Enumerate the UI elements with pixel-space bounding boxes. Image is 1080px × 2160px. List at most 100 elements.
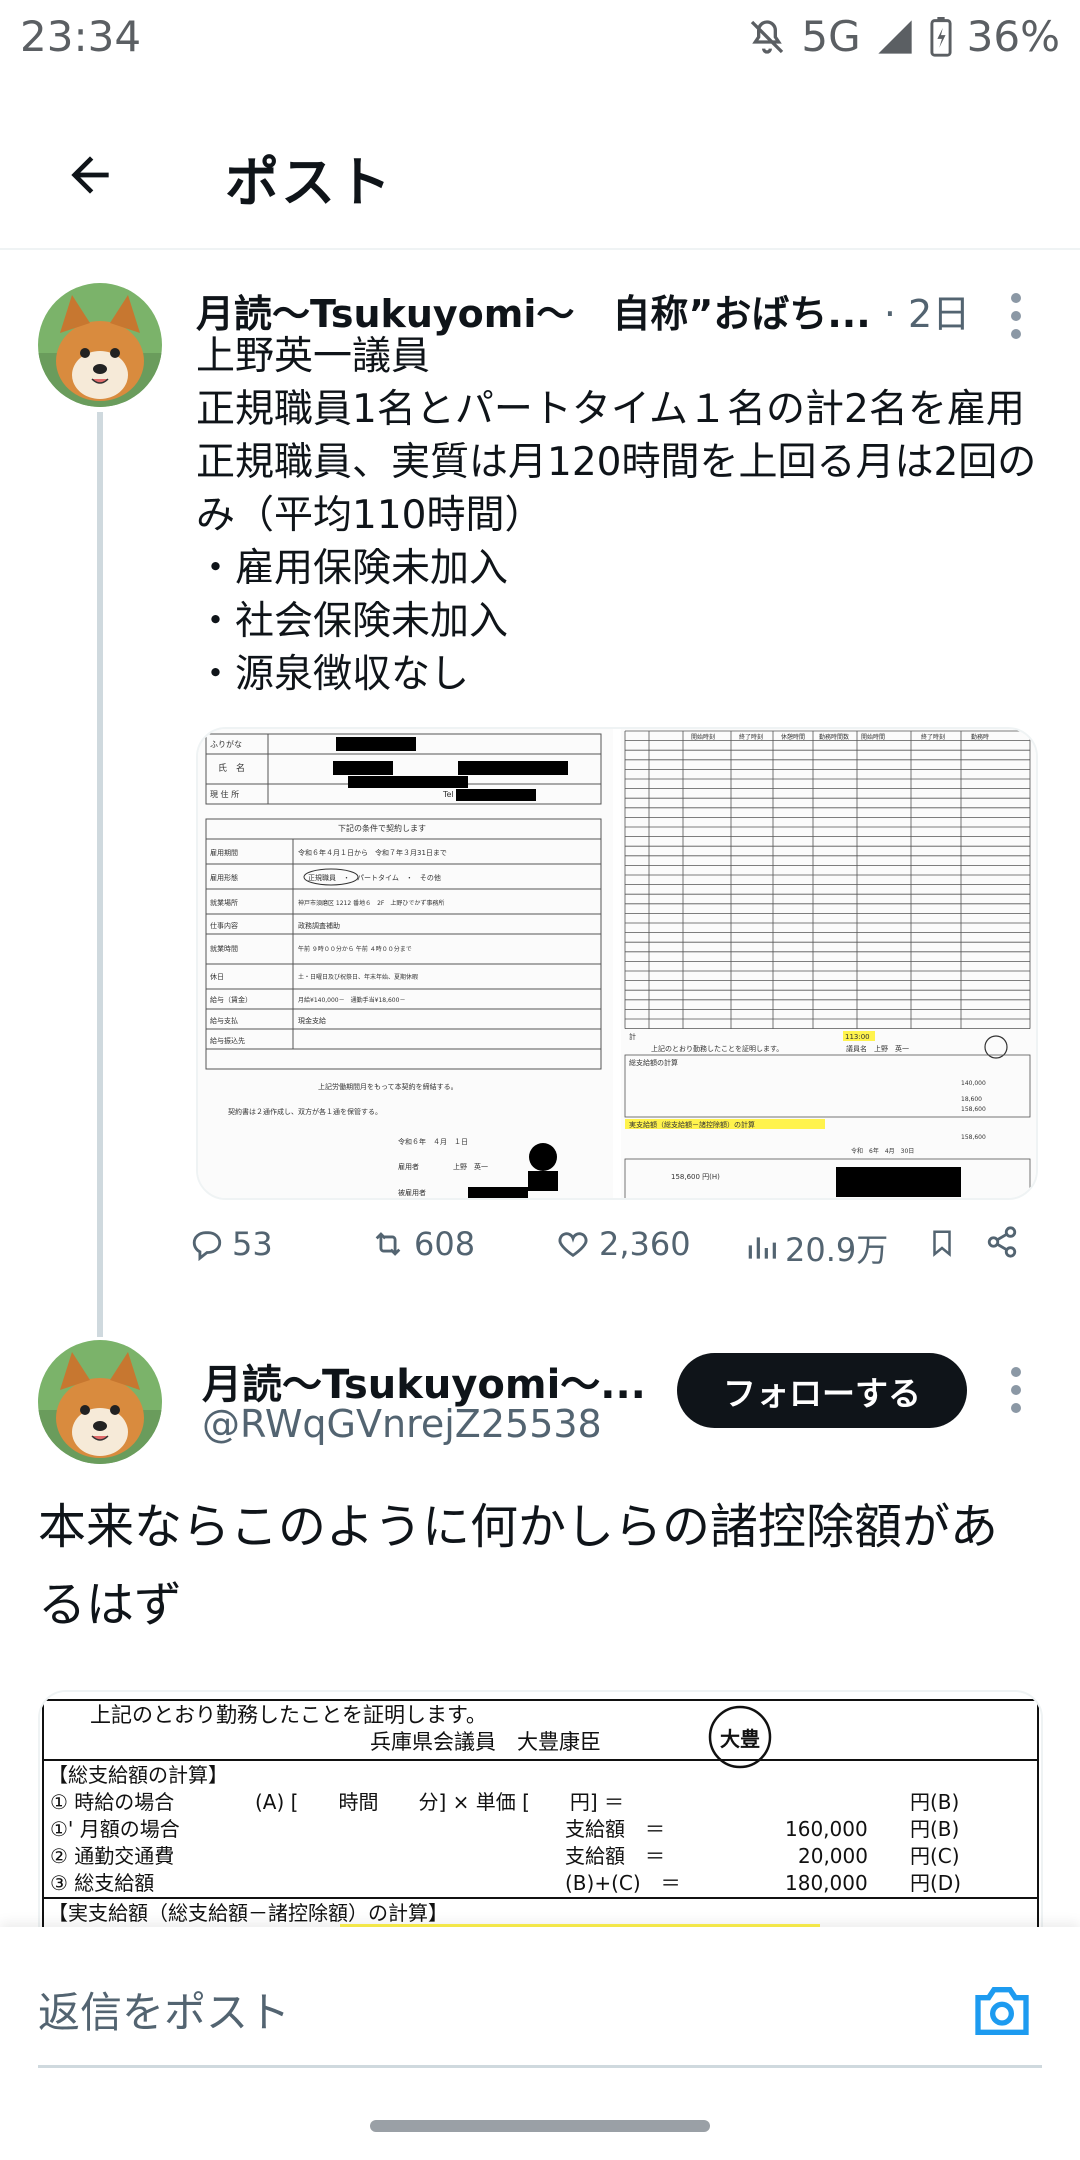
repost-icon xyxy=(375,1232,401,1256)
doc1-wage-value: 月給¥140,000－ 通勤手当¥18,600－ xyxy=(298,996,405,1004)
network-type: 5G xyxy=(801,12,861,61)
doc3-row4-mid: (B)+(C) ＝ xyxy=(565,1871,681,1895)
doc1-date: 令和６年 ４月 １日 xyxy=(398,1137,468,1146)
bookmark-button[interactable] xyxy=(927,1225,957,1261)
doc3-row4-label: ③ 総支給額 xyxy=(50,1871,154,1895)
ts-h3: 勤務時間数 xyxy=(819,733,849,741)
ts-h1: 終了時刻 xyxy=(739,733,763,741)
doc3-row4-unit: 円(D) xyxy=(910,1871,961,1895)
doc1-name-label: 氏 名 xyxy=(218,762,245,774)
camera-button[interactable] xyxy=(970,1979,1040,2049)
avatar[interactable] xyxy=(38,283,162,407)
doc1-transfer-label: 給与振込先 xyxy=(210,1036,245,1045)
reply-underline xyxy=(38,2065,1042,2068)
ts-h6: 勤務時 xyxy=(971,733,989,741)
doc1-job-value: 政務調査補助 xyxy=(298,921,340,930)
doc3-row2-unit: 円(B) xyxy=(910,1817,959,1841)
pay-statement-image[interactable]: 上記のとおり勤務したことを証明します。 兵庫県会議員 大豊康臣 大豊 【総支給額… xyxy=(38,1690,1043,1930)
doc3-row2-mid: 支給額 ＝ xyxy=(565,1817,665,1841)
ts-certify: 上記のとおり勤務したことを証明します。 xyxy=(651,1044,783,1053)
doc1-wage-label: 給与（賃金） xyxy=(210,995,252,1004)
ts-total-hours: 113:00 xyxy=(845,1033,870,1041)
status-time: 23:34 xyxy=(20,12,142,61)
repost-count: 608 xyxy=(414,1225,476,1263)
doc3-member: 兵庫県会議員 大豊康臣 xyxy=(370,1730,601,1754)
ts-salary: 140,000 xyxy=(961,1080,986,1087)
doc1-employer: 雇用者 xyxy=(398,1162,419,1171)
ts-net-pay: 158,600 xyxy=(961,1134,986,1141)
no-sound-icon xyxy=(747,17,787,57)
contract-image[interactable]: ふりがな 氏 名 現 住 所 Tel 下記の条件で契約します 雇用期間 令和６年… xyxy=(198,729,613,1198)
doc1-place-value: 神戸市須磨区 1212 番地６ 2F 上野ひでかず事務所 xyxy=(298,899,444,907)
reply-count: 53 xyxy=(232,1225,273,1263)
doc1-pay-value: 現金支給 xyxy=(298,1016,326,1025)
ts-member: 議員名 上野 英一 xyxy=(846,1044,909,1053)
doc1-employee: 被雇用者 xyxy=(398,1188,426,1197)
reply-input[interactable]: 返信をポスト xyxy=(38,1979,290,2040)
repost-button[interactable]: 608 xyxy=(370,1225,475,1263)
doc3-row3-mid: 支給額 ＝ xyxy=(565,1844,665,1868)
shiba-avatar-image xyxy=(38,1340,162,1464)
shiba-avatar-image xyxy=(38,283,162,407)
tweet-text: 上野英一議員 正規職員1名とパートタイム１名の計2名を雇用 正規職員、実質は月1… xyxy=(196,334,1037,697)
doc1-pay-label: 給与支払 xyxy=(210,1016,238,1025)
doc1-holiday-value: 土・日曜日及び祝祭日、年末年始、夏期休暇 xyxy=(298,973,418,981)
doc1-type-value: 正規職員 ・ パートタイム ・ その他 xyxy=(308,873,441,882)
views-count: 20.9万 xyxy=(785,1231,889,1269)
back-arrow-icon xyxy=(71,156,109,194)
doc1-tel: Tel xyxy=(442,790,454,799)
views-button[interactable]: 20.9万 xyxy=(745,1225,888,1271)
signal-icon xyxy=(875,17,915,57)
follow-button[interactable]: フォローする xyxy=(677,1353,967,1428)
like-button[interactable]: 2,360 xyxy=(555,1225,691,1263)
doc1-period-value: 令和６年４月１日から 令和７年３月31日まで xyxy=(298,848,447,857)
doc1-place-label: 就業場所 xyxy=(210,898,238,907)
doc3-row3-label: ② 通勤交通費 xyxy=(50,1844,174,1868)
back-button[interactable] xyxy=(50,135,130,215)
tweet1-actions: 53 608 2,360 20.9万 xyxy=(190,1225,1050,1285)
like-count: 2,360 xyxy=(599,1225,691,1263)
doc1-copies: 契約書は２通作成し、双方が各１通を保管する。 xyxy=(228,1107,382,1116)
ts-calc-title: 総支給額の計算 xyxy=(629,1058,678,1067)
share-button[interactable] xyxy=(985,1225,1019,1259)
status-bar: 23:34 5G 36% xyxy=(0,0,1080,80)
doc1-hours-label: 就業時間 xyxy=(210,944,238,953)
doc1-type-label: 雇用形態 xyxy=(210,873,238,882)
ts-h2: 休憩時間 xyxy=(781,733,805,741)
more-icon[interactable] xyxy=(996,1355,1036,1425)
camera-icon xyxy=(975,1987,1029,2035)
doc3-row4-value: 180,000 xyxy=(785,1871,868,1895)
doc3-row1-unit: 円(B) xyxy=(910,1790,959,1814)
doc3-row1-label: ① 時給の場合 xyxy=(50,1790,174,1814)
home-indicator[interactable] xyxy=(370,2120,710,2132)
doc1-holiday-label: 休日 xyxy=(210,972,224,981)
doc1-address-label: 現 住 所 xyxy=(210,789,239,799)
reply-bar: 返信をポスト xyxy=(0,1927,1080,2160)
avatar[interactable] xyxy=(38,1340,162,1464)
tweet-text: 本来ならこのように何かしらの諸控除額があるはず xyxy=(38,1499,999,1633)
doc3-row2-value: 160,000 xyxy=(785,1817,868,1841)
ts-yen: 158,600 円(H) xyxy=(671,1173,720,1181)
share-icon xyxy=(987,1226,1017,1258)
doc3-row2-label: ①' 月額の場合 xyxy=(50,1817,180,1841)
bookmark-icon xyxy=(933,1230,951,1257)
media-grid: ふりがな 氏 名 現 住 所 Tel 下記の条件で契約します 雇用期間 令和６年… xyxy=(196,727,1038,1200)
timesheet-image[interactable]: 開始時刻 終了時刻 休憩時間 勤務時間数 開始時間 終了時刻 勤務時 計 113… xyxy=(621,729,1036,1198)
doc1-furigana: ふりがな xyxy=(210,739,242,749)
doc1-job-label: 仕事内容 xyxy=(210,921,238,930)
ts-h0: 開始時刻 xyxy=(691,733,715,741)
top-header: ポスト xyxy=(0,100,1080,250)
user-handle[interactable]: @RWqGVnrejZ25538 xyxy=(202,1402,602,1446)
reply-button[interactable]: 53 xyxy=(190,1225,273,1263)
doc1-conditions: 下記の条件で契約します xyxy=(338,823,426,833)
thread-line xyxy=(97,412,103,1337)
doc1-hours-value: 午前 ９時００分から 午前 ４時００分まで xyxy=(298,945,412,953)
ts-total-label: 計 xyxy=(629,1032,636,1041)
status-icons: 5G 36% xyxy=(747,12,1060,61)
ts-total-pay: 158,600 xyxy=(961,1106,986,1113)
doc3-row1-formula: (A) [ 時間 分] × 単価 [ 円] ＝ xyxy=(255,1790,624,1814)
doc1-employer-name: 上野 英一 xyxy=(453,1162,488,1171)
ts-h4: 開始時間 xyxy=(861,733,885,741)
doc1-agree: 上記労働期間月をもって本契約を締結する。 xyxy=(318,1082,458,1091)
ts-commute: 18,600 xyxy=(961,1096,982,1103)
